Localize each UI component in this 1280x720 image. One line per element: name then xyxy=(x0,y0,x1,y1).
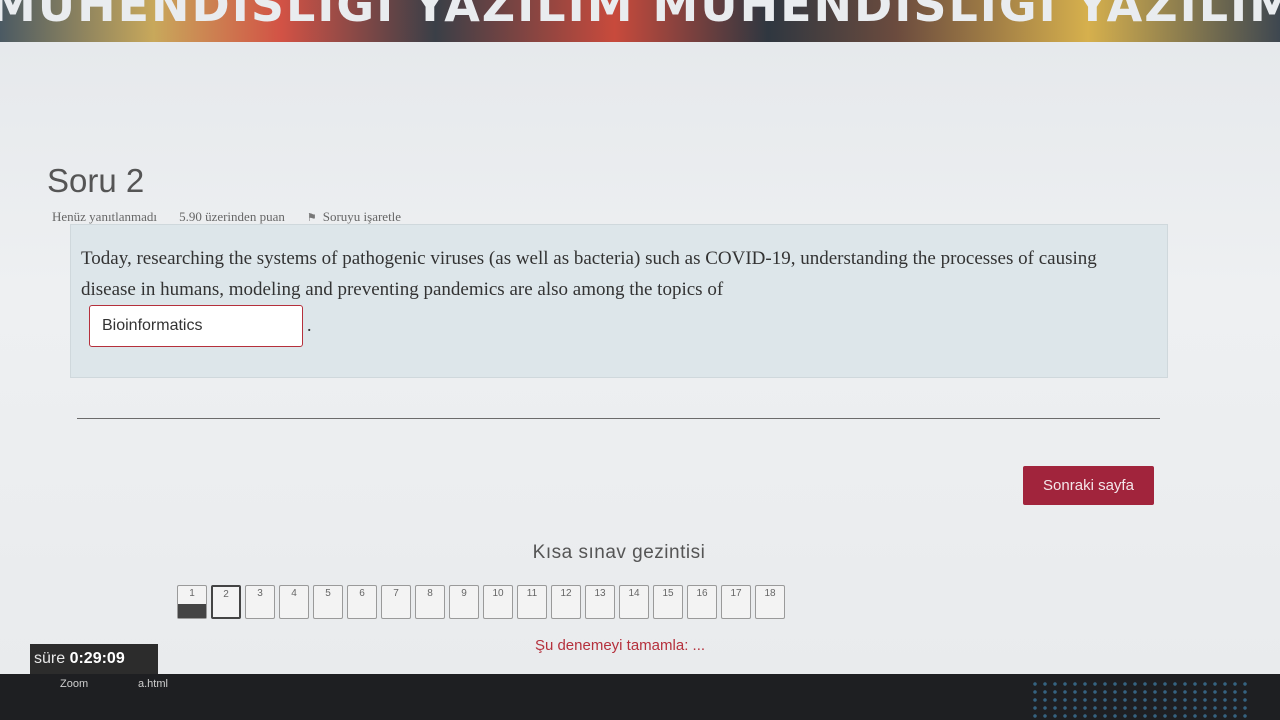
taskbar-item-file[interactable]: a.html xyxy=(138,678,168,690)
finish-attempt-link[interactable]: Şu denemeyi tamamla: ... xyxy=(0,637,1240,654)
flag-question-label: Soruyu işaretle xyxy=(322,209,402,224)
nav-button-13[interactable]: 13 xyxy=(585,585,615,619)
banner-text: MÜHENDİSLİĞİ YAZILIM MÜHENDİSLİĞİ YAZILI… xyxy=(0,0,1280,32)
taskbar: Zoom a.html xyxy=(0,674,1280,720)
nav-button-8[interactable]: 8 xyxy=(415,585,445,619)
timer-label: süre xyxy=(34,650,66,667)
nav-button-15[interactable]: 15 xyxy=(653,585,683,619)
nav-button-17[interactable]: 17 xyxy=(721,585,751,619)
nav-button-2[interactable]: 2 xyxy=(211,585,241,619)
nav-button-11[interactable]: 11 xyxy=(517,585,547,619)
nav-button-14[interactable]: 14 xyxy=(619,585,649,619)
nav-button-4[interactable]: 4 xyxy=(279,585,309,619)
nav-button-18[interactable]: 18 xyxy=(755,585,785,619)
quiz-navigation-title: Kısa sınav gezintisi xyxy=(532,542,706,563)
taskbar-item-zoom[interactable]: Zoom xyxy=(60,678,88,690)
nav-button-16[interactable]: 16 xyxy=(687,585,717,619)
question-text: Today, researching the systems of pathog… xyxy=(81,248,1097,300)
question-info: Henüz yanıtlanmadı 5.90 üzerinden puan ⚑… xyxy=(52,209,401,225)
nav-button-9[interactable]: 9 xyxy=(449,585,479,619)
flag-question-link[interactable]: ⚑ Soruyu işaretle xyxy=(307,209,401,225)
question-title: Soru 2 xyxy=(47,162,145,199)
nav-button-6[interactable]: 6 xyxy=(347,585,377,619)
timer-value: 0:29:09 xyxy=(69,650,125,667)
nav-button-12[interactable]: 12 xyxy=(551,585,581,619)
header-banner: MÜHENDİSLİĞİ YAZILIM MÜHENDİSLİĞİ YAZILI… xyxy=(0,0,1280,42)
next-page-button[interactable]: Sonraki sayfa xyxy=(1023,466,1154,505)
nav-button-3[interactable]: 3 xyxy=(245,585,275,619)
question-status: Henüz yanıtlanmadı xyxy=(52,209,158,224)
question-points: 5.90 üzerinden puan xyxy=(179,209,285,224)
flag-icon: ⚑ xyxy=(306,212,317,224)
quiz-page: Soru 2 Henüz yanıtlanmadı 5.90 üzerinden… xyxy=(0,42,1280,674)
quiz-navigation-grid: 1 2 3 4 5 6 7 8 9 10 11 12 13 14 15 16 17 18 xyxy=(177,585,785,619)
taskbar-decoration xyxy=(1030,680,1250,718)
answer-input[interactable] xyxy=(89,305,303,347)
nav-button-5[interactable]: 5 xyxy=(313,585,343,619)
nav-button-7[interactable]: 7 xyxy=(381,585,411,619)
answer-period: . xyxy=(307,315,312,335)
divider xyxy=(77,418,1160,419)
timer: süre 0:29:09 xyxy=(30,644,158,674)
nav-button-10[interactable]: 10 xyxy=(483,585,513,619)
nav-button-1[interactable]: 1 xyxy=(177,585,207,619)
question-content: Today, researching the systems of pathog… xyxy=(70,224,1168,378)
